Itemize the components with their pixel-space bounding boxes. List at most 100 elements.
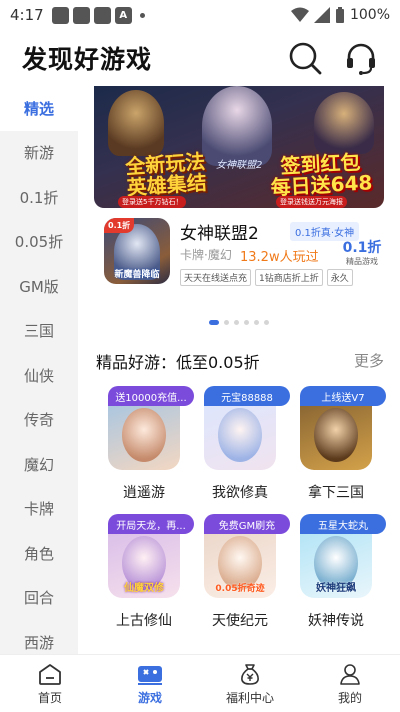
battery-percent: 100% xyxy=(349,7,390,23)
font-notification-icon: A xyxy=(114,6,132,24)
section-title: 精品好游：低至0.05折 xyxy=(96,353,260,372)
game-name: 天使纪元 xyxy=(212,613,268,629)
game-tile[interactable]: 仙魔双修 开局天龙，再... 上古修仙 xyxy=(96,514,194,630)
banner-logo: 女神联盟2 xyxy=(216,160,263,171)
game-badge: 送10000充值... xyxy=(108,386,194,406)
carousel-dot[interactable] xyxy=(254,320,259,325)
notification-icon xyxy=(51,6,69,24)
carousel-dot[interactable] xyxy=(209,320,219,325)
search-icon[interactable] xyxy=(288,41,322,75)
nav-label: 我的 xyxy=(337,690,362,705)
sidebar-item-0-1-discount[interactable]: 0.1折 xyxy=(0,175,78,220)
header: 发现好游戏 xyxy=(0,30,400,86)
banner-left-text: 全新玩法 英雄集结 xyxy=(115,149,218,200)
featured-game-discount: 0.1折 精品游戏 xyxy=(340,240,384,267)
battery-icon xyxy=(335,7,344,23)
nav-label: 首页 xyxy=(37,690,62,705)
nav-home[interactable]: 首页 xyxy=(0,655,100,712)
game-art xyxy=(122,408,166,462)
game-tile[interactable]: 妖神狂飙 五星大蛇丸 妖神传说 xyxy=(288,514,386,630)
game-art-caption: 0.05折奇迹 xyxy=(215,584,265,594)
carousel-dot[interactable] xyxy=(264,320,269,325)
featured-game-icon-caption: 新魔兽降临 xyxy=(114,270,160,280)
status-time: 4:17 xyxy=(10,6,44,24)
game-name: 拿下三国 xyxy=(308,485,364,501)
sidebar-item-gm[interactable]: GM版 xyxy=(0,264,78,309)
carousel-indicator xyxy=(78,320,400,325)
nav-label: 游戏 xyxy=(137,690,162,705)
sidebar-item-new[interactable]: 新游 xyxy=(0,131,78,176)
game-art xyxy=(218,408,262,462)
sidebar-item-xianxia[interactable]: 仙侠 xyxy=(0,353,78,398)
sidebar-item-0-05-discount[interactable]: 0.05折 xyxy=(0,220,78,265)
sidebar-item-role[interactable]: 角色 xyxy=(0,531,78,576)
game-badge: 五星大蛇丸 xyxy=(300,514,386,534)
banner-left-tag: 登录送5千万钻石！ xyxy=(118,196,187,208)
banner-right-text: 签到红包 每日送648 xyxy=(265,149,377,200)
sidebar-item-journey-west[interactable]: 西游 xyxy=(0,620,78,654)
featured-game-tag: 1钻商店折上折 xyxy=(255,269,323,286)
page-title: 发现好游戏 xyxy=(22,45,153,74)
featured-game-discount-value: 0.1折 xyxy=(342,240,382,256)
carousel-dot[interactable] xyxy=(224,320,229,325)
nav-welfare[interactable]: 福利中心 xyxy=(200,655,300,712)
status-bar: 4:17 A 100% xyxy=(0,0,400,30)
money-bag-icon xyxy=(241,663,259,685)
game-badge: 元宝88888 xyxy=(204,386,290,406)
gamepad-icon xyxy=(138,665,162,685)
featured-game-card[interactable]: 0.1折 新魔兽降临 女神联盟2 0.1折真·女神 卡牌·魔幻 13.2w人玩过… xyxy=(104,218,381,290)
featured-game-tag: 天天在线送点充 xyxy=(180,269,252,286)
wifi-icon xyxy=(290,7,309,22)
game-tile[interactable]: 0.05折奇迹 免费GM刷充 天使纪元 xyxy=(192,514,290,630)
game-name: 妖神传说 xyxy=(308,613,364,629)
notification-icon xyxy=(72,6,90,24)
sidebar-item-three-kingdoms[interactable]: 三国 xyxy=(0,309,78,354)
game-tile[interactable]: 上线送V7 拿下三国 xyxy=(288,386,386,502)
main-content: 女神联盟2 全新玩法 英雄集结 签到红包 每日送648 登录送5千万钻石！ 登录… xyxy=(78,86,400,654)
banner-hero-left xyxy=(108,90,164,156)
game-art-caption: 仙魔双修 xyxy=(124,583,164,594)
banner-left-text-content: 全新玩法 英雄集结 xyxy=(124,149,208,200)
banner-right-tag: 登录送钱送万元海报 xyxy=(276,196,347,208)
game-tile[interactable]: 元宝88888 我欲修真 xyxy=(192,386,290,502)
promo-banner[interactable]: 女神联盟2 全新玩法 英雄集结 签到红包 每日送648 登录送5千万钻石！ 登录… xyxy=(94,86,384,208)
featured-game-pill: 0.1折真·女神 xyxy=(290,222,360,241)
carousel-dot[interactable] xyxy=(244,320,249,325)
game-badge: 开局天龙，再... xyxy=(108,514,194,534)
featured-game-discount-badge: 0.1折 xyxy=(104,218,135,233)
featured-game-discount-label: 精品游戏 xyxy=(346,257,378,266)
featured-game-tag: 永久 xyxy=(326,269,353,286)
nav-profile[interactable]: 我的 xyxy=(300,655,400,712)
game-name: 我欲修真 xyxy=(212,485,268,501)
game-tile[interactable]: 送10000充值... 逍遥游 xyxy=(96,386,194,502)
game-art xyxy=(314,408,358,462)
banner-right-text-content: 签到红包 每日送648 xyxy=(270,149,373,200)
featured-game-name: 女神联盟2 xyxy=(180,224,259,244)
user-icon xyxy=(340,663,360,685)
notification-icon xyxy=(93,6,111,24)
sidebar-item-card[interactable]: 卡牌 xyxy=(0,487,78,532)
banner-hero-right xyxy=(314,92,374,154)
sidebar-item-featured[interactable]: 精选 xyxy=(0,86,78,131)
sidebar-item-turn-based[interactable]: 回合 xyxy=(0,576,78,621)
signal-icon xyxy=(313,7,330,23)
game-name: 上古修仙 xyxy=(116,613,172,629)
carousel-dot[interactable] xyxy=(234,320,239,325)
more-notifications-icon xyxy=(139,12,145,18)
nav-games[interactable]: 游戏 xyxy=(100,655,200,712)
game-grid: 送10000充值... 逍遥游 元宝88888 我欲修真 上线送V7 拿下三国 … xyxy=(96,386,386,630)
featured-game-tags: 天天在线送点充 1钻商店折上折 永久 xyxy=(180,269,380,286)
sidebar-item-fantasy[interactable]: 魔幻 xyxy=(0,442,78,487)
more-link[interactable]: 更多 xyxy=(354,350,384,371)
game-name: 逍遥游 xyxy=(123,485,165,501)
home-icon xyxy=(39,663,61,685)
featured-game-genre: 卡牌·魔幻 xyxy=(180,248,232,262)
game-badge: 免费GM刷充 xyxy=(204,514,290,534)
sidebar-item-legend[interactable]: 传奇 xyxy=(0,398,78,443)
nav-label: 福利中心 xyxy=(225,690,274,705)
headset-icon[interactable] xyxy=(344,41,378,75)
category-sidebar: 精选 新游 0.1折 0.05折 GM版 三国 仙侠 传奇 魔幻 卡牌 角色 回… xyxy=(0,86,78,654)
bottom-nav: 首页 游戏 福利中心 我的 xyxy=(0,654,400,712)
featured-game-icon: 0.1折 新魔兽降临 xyxy=(104,218,170,284)
game-art-caption: 妖神狂飙 xyxy=(316,583,356,594)
